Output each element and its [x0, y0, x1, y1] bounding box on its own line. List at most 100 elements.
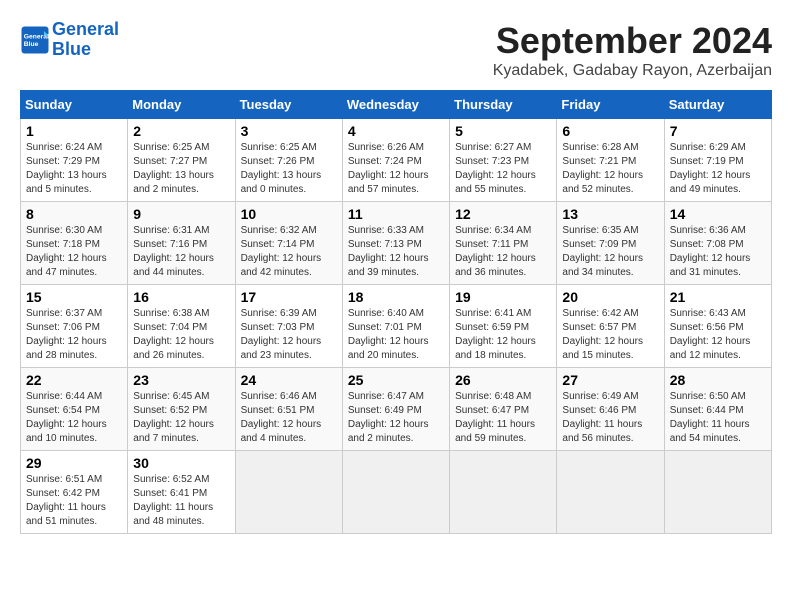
day-info: Sunrise: 6:34 AM Sunset: 7:11 PM Dayligh…	[455, 224, 551, 280]
day-info: Sunrise: 6:47 AM Sunset: 6:49 PM Dayligh…	[348, 390, 444, 446]
calendar-table: SundayMondayTuesdayWednesdayThursdayFrid…	[20, 90, 772, 534]
logo: General Blue General Blue	[20, 20, 119, 60]
calendar-cell: 10 Sunrise: 6:32 AM Sunset: 7:14 PM Dayl…	[235, 202, 342, 285]
calendar-cell: 30 Sunrise: 6:52 AM Sunset: 6:41 PM Dayl…	[128, 451, 235, 534]
calendar-cell: 21 Sunrise: 6:43 AM Sunset: 6:56 PM Dayl…	[664, 285, 771, 368]
day-number: 18	[348, 289, 444, 305]
calendar-cell: 20 Sunrise: 6:42 AM Sunset: 6:57 PM Dayl…	[557, 285, 664, 368]
day-number: 17	[241, 289, 337, 305]
day-info: Sunrise: 6:25 AM Sunset: 7:27 PM Dayligh…	[133, 141, 229, 197]
day-number: 21	[670, 289, 766, 305]
calendar-cell: 17 Sunrise: 6:39 AM Sunset: 7:03 PM Dayl…	[235, 285, 342, 368]
day-info: Sunrise: 6:33 AM Sunset: 7:13 PM Dayligh…	[348, 224, 444, 280]
day-number: 16	[133, 289, 229, 305]
calendar-cell	[342, 451, 449, 534]
day-info: Sunrise: 6:29 AM Sunset: 7:19 PM Dayligh…	[670, 141, 766, 197]
calendar-cell: 16 Sunrise: 6:38 AM Sunset: 7:04 PM Dayl…	[128, 285, 235, 368]
calendar-cell: 26 Sunrise: 6:48 AM Sunset: 6:47 PM Dayl…	[450, 368, 557, 451]
day-info: Sunrise: 6:26 AM Sunset: 7:24 PM Dayligh…	[348, 141, 444, 197]
day-number: 23	[133, 372, 229, 388]
weekday-header: Tuesday	[235, 91, 342, 119]
weekday-header: Wednesday	[342, 91, 449, 119]
day-info: Sunrise: 6:42 AM Sunset: 6:57 PM Dayligh…	[562, 307, 658, 363]
day-info: Sunrise: 6:32 AM Sunset: 7:14 PM Dayligh…	[241, 224, 337, 280]
day-number: 10	[241, 206, 337, 222]
day-number: 24	[241, 372, 337, 388]
calendar-cell	[664, 451, 771, 534]
day-info: Sunrise: 6:28 AM Sunset: 7:21 PM Dayligh…	[562, 141, 658, 197]
weekday-header: Friday	[557, 91, 664, 119]
day-number: 27	[562, 372, 658, 388]
day-number: 29	[26, 455, 122, 471]
day-number: 1	[26, 123, 122, 139]
calendar-cell: 4 Sunrise: 6:26 AM Sunset: 7:24 PM Dayli…	[342, 119, 449, 202]
day-number: 12	[455, 206, 551, 222]
logo-line1: General	[52, 19, 119, 39]
calendar-cell	[450, 451, 557, 534]
logo-icon: General Blue	[20, 25, 50, 55]
calendar-cell: 27 Sunrise: 6:49 AM Sunset: 6:46 PM Dayl…	[557, 368, 664, 451]
location-subtitle: Kyadabek, Gadabay Rayon, Azerbaijan	[493, 62, 772, 80]
calendar-cell: 13 Sunrise: 6:35 AM Sunset: 7:09 PM Dayl…	[557, 202, 664, 285]
day-info: Sunrise: 6:48 AM Sunset: 6:47 PM Dayligh…	[455, 390, 551, 446]
weekday-header: Sunday	[21, 91, 128, 119]
day-info: Sunrise: 6:24 AM Sunset: 7:29 PM Dayligh…	[26, 141, 122, 197]
calendar-cell: 29 Sunrise: 6:51 AM Sunset: 6:42 PM Dayl…	[21, 451, 128, 534]
title-section: September 2024 Kyadabek, Gadabay Rayon, …	[493, 20, 772, 80]
calendar-cell: 11 Sunrise: 6:33 AM Sunset: 7:13 PM Dayl…	[342, 202, 449, 285]
day-info: Sunrise: 6:52 AM Sunset: 6:41 PM Dayligh…	[133, 473, 229, 529]
calendar-cell: 28 Sunrise: 6:50 AM Sunset: 6:44 PM Dayl…	[664, 368, 771, 451]
day-info: Sunrise: 6:36 AM Sunset: 7:08 PM Dayligh…	[670, 224, 766, 280]
day-number: 22	[26, 372, 122, 388]
day-info: Sunrise: 6:27 AM Sunset: 7:23 PM Dayligh…	[455, 141, 551, 197]
calendar-cell: 5 Sunrise: 6:27 AM Sunset: 7:23 PM Dayli…	[450, 119, 557, 202]
weekday-header: Saturday	[664, 91, 771, 119]
day-info: Sunrise: 6:38 AM Sunset: 7:04 PM Dayligh…	[133, 307, 229, 363]
calendar-cell: 9 Sunrise: 6:31 AM Sunset: 7:16 PM Dayli…	[128, 202, 235, 285]
day-number: 28	[670, 372, 766, 388]
calendar-cell: 24 Sunrise: 6:46 AM Sunset: 6:51 PM Dayl…	[235, 368, 342, 451]
day-number: 20	[562, 289, 658, 305]
day-info: Sunrise: 6:43 AM Sunset: 6:56 PM Dayligh…	[670, 307, 766, 363]
day-number: 19	[455, 289, 551, 305]
day-number: 14	[670, 206, 766, 222]
day-number: 11	[348, 206, 444, 222]
day-number: 26	[455, 372, 551, 388]
calendar-cell: 12 Sunrise: 6:34 AM Sunset: 7:11 PM Dayl…	[450, 202, 557, 285]
day-number: 9	[133, 206, 229, 222]
calendar-cell: 7 Sunrise: 6:29 AM Sunset: 7:19 PM Dayli…	[664, 119, 771, 202]
day-info: Sunrise: 6:25 AM Sunset: 7:26 PM Dayligh…	[241, 141, 337, 197]
day-info: Sunrise: 6:46 AM Sunset: 6:51 PM Dayligh…	[241, 390, 337, 446]
day-info: Sunrise: 6:50 AM Sunset: 6:44 PM Dayligh…	[670, 390, 766, 446]
svg-text:Blue: Blue	[24, 41, 39, 48]
day-number: 8	[26, 206, 122, 222]
calendar-cell: 25 Sunrise: 6:47 AM Sunset: 6:49 PM Dayl…	[342, 368, 449, 451]
day-number: 3	[241, 123, 337, 139]
day-info: Sunrise: 6:35 AM Sunset: 7:09 PM Dayligh…	[562, 224, 658, 280]
month-title: September 2024	[493, 20, 772, 62]
weekday-header: Monday	[128, 91, 235, 119]
calendar-cell: 22 Sunrise: 6:44 AM Sunset: 6:54 PM Dayl…	[21, 368, 128, 451]
day-info: Sunrise: 6:39 AM Sunset: 7:03 PM Dayligh…	[241, 307, 337, 363]
day-info: Sunrise: 6:40 AM Sunset: 7:01 PM Dayligh…	[348, 307, 444, 363]
day-info: Sunrise: 6:49 AM Sunset: 6:46 PM Dayligh…	[562, 390, 658, 446]
day-number: 6	[562, 123, 658, 139]
day-number: 2	[133, 123, 229, 139]
calendar-cell: 19 Sunrise: 6:41 AM Sunset: 6:59 PM Dayl…	[450, 285, 557, 368]
calendar-cell: 1 Sunrise: 6:24 AM Sunset: 7:29 PM Dayli…	[21, 119, 128, 202]
calendar-cell: 14 Sunrise: 6:36 AM Sunset: 7:08 PM Dayl…	[664, 202, 771, 285]
day-number: 4	[348, 123, 444, 139]
day-info: Sunrise: 6:51 AM Sunset: 6:42 PM Dayligh…	[26, 473, 122, 529]
calendar-cell	[235, 451, 342, 534]
day-info: Sunrise: 6:41 AM Sunset: 6:59 PM Dayligh…	[455, 307, 551, 363]
day-number: 13	[562, 206, 658, 222]
logo-line2: Blue	[52, 39, 91, 59]
weekday-header: Thursday	[450, 91, 557, 119]
day-info: Sunrise: 6:37 AM Sunset: 7:06 PM Dayligh…	[26, 307, 122, 363]
calendar-cell: 18 Sunrise: 6:40 AM Sunset: 7:01 PM Dayl…	[342, 285, 449, 368]
day-number: 5	[455, 123, 551, 139]
calendar-cell: 23 Sunrise: 6:45 AM Sunset: 6:52 PM Dayl…	[128, 368, 235, 451]
day-info: Sunrise: 6:45 AM Sunset: 6:52 PM Dayligh…	[133, 390, 229, 446]
calendar-cell: 3 Sunrise: 6:25 AM Sunset: 7:26 PM Dayli…	[235, 119, 342, 202]
calendar-cell: 15 Sunrise: 6:37 AM Sunset: 7:06 PM Dayl…	[21, 285, 128, 368]
